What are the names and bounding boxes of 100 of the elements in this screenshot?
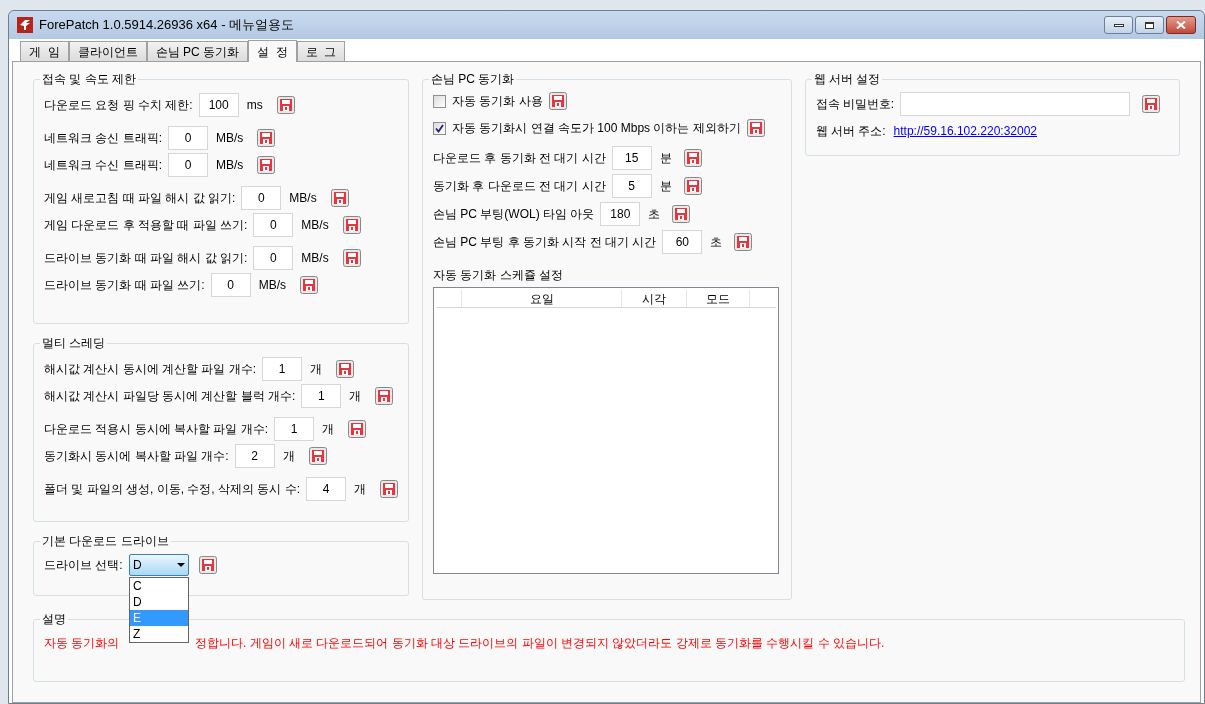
field-label: 웹 서버 주소:	[815, 123, 886, 140]
floppy-disk-icon[interactable]	[342, 216, 361, 234]
field-label: 다운로드 적용시 동시에 복사할 파일 개수:	[44, 421, 268, 438]
number-field[interactable]: 180	[600, 202, 641, 226]
floppy-disk-icon[interactable]	[330, 189, 349, 207]
floppy-disk-icon[interactable]	[342, 249, 361, 267]
field-label: 드라이브 선택:	[44, 557, 124, 574]
dropdown-option[interactable]: C	[130, 578, 188, 594]
field-label: 다운로드 후 동기화 전 대기 시간	[433, 150, 606, 167]
unit-label: 개	[354, 481, 366, 498]
checkbox[interactable]	[433, 94, 446, 108]
floppy-disk-icon[interactable]	[734, 233, 753, 251]
field-label: 드라이브 동기화 때 파일 해시 값 읽기:	[44, 250, 248, 267]
number-field[interactable]: 1	[274, 417, 314, 441]
floppy-disk-icon[interactable]	[276, 96, 295, 114]
close-button[interactable]	[1166, 16, 1196, 34]
description-text: 자동 동기화의	[44, 635, 121, 652]
unit-label: 분	[659, 178, 672, 195]
group-title: 기본 다운로드 드라이브	[41, 533, 170, 550]
field-label: 드라이브 동기화 때 파일 쓰기:	[44, 277, 205, 294]
column-header[interactable]: 요일	[462, 290, 622, 307]
caret-icon	[177, 563, 185, 567]
checkbox-label: 자동 동기화시 연결 속도가 100 Mbps 이하는 제외하기	[452, 120, 741, 137]
floppy-disk-icon[interactable]	[336, 360, 354, 378]
tab[interactable]: 손님 PC 동기화	[146, 41, 248, 61]
checkbox[interactable]	[433, 121, 446, 135]
field-label: 손님 PC 부팅(WOL) 타임 아웃	[433, 206, 595, 223]
number-field[interactable]: 0	[241, 186, 282, 210]
field-label: 접속 비밀번호:	[815, 96, 895, 113]
unit-label: MB/s	[258, 277, 286, 294]
floppy-disk-icon[interactable]	[683, 177, 702, 195]
field-label: 네트워크 송신 트래픽:	[44, 130, 162, 147]
window-title: ForePatch 1.0.5914.26936 x64 - 메뉴얼용도	[39, 16, 295, 35]
floppy-disk-icon[interactable]	[683, 149, 702, 167]
number-field[interactable]: 4	[306, 477, 346, 501]
group-title: 손님 PC 동기화	[430, 71, 516, 88]
column-header[interactable]: 시각	[622, 290, 687, 307]
number-field[interactable]: 0	[253, 246, 294, 270]
number-field[interactable]: 0	[168, 153, 208, 177]
floppy-disk-icon[interactable]	[199, 556, 217, 574]
floppy-disk-icon[interactable]	[375, 387, 394, 405]
floppy-disk-icon[interactable]	[548, 92, 567, 110]
unit-label: 개	[310, 361, 322, 378]
floppy-disk-icon[interactable]	[348, 420, 366, 438]
floppy-disk-icon[interactable]	[257, 129, 276, 147]
floppy-disk-icon[interactable]	[308, 447, 327, 465]
dropdown-option[interactable]: D	[130, 594, 188, 610]
field-label: 해시값 계산시 동시에 계산할 파일 개수:	[44, 361, 256, 378]
description-text: 정합니다. 게임이 새로 다운로드되어 동기화 대상 드라이브의 파일이 변경되지 않았더라도 강제로 동기화를 수행시킬 수 있습니다.	[195, 635, 885, 652]
number-field[interactable]: 1	[301, 384, 342, 408]
field-label: 폴더 및 파일의 생성, 이동, 수정, 삭제의 동시 수:	[44, 481, 300, 498]
field-label: 손님 PC 부팅 후 동기화 시작 전 대기 시간	[433, 234, 657, 251]
number-field[interactable]: 5	[611, 174, 652, 198]
unit-label: MB/s	[301, 217, 329, 234]
number-field[interactable]: 15	[611, 146, 652, 170]
checkbox-label: 자동 동기화 사용	[452, 93, 543, 110]
maximize-button[interactable]	[1135, 16, 1164, 34]
group-title: 멀티 스레딩	[41, 335, 107, 352]
unit-label: MB/s	[216, 130, 244, 147]
floppy-disk-icon[interactable]	[746, 119, 765, 137]
drive-dropdown[interactable]: D	[129, 554, 189, 576]
column-header[interactable]: 모드	[687, 290, 750, 307]
unit-label: 분	[659, 150, 672, 167]
field-label: 동기화시 동시에 복사할 파일 개수:	[44, 448, 229, 465]
floppy-disk-icon[interactable]	[1142, 95, 1161, 113]
dropdown-option[interactable]: Z	[130, 626, 188, 642]
unit-label: ms	[246, 97, 263, 114]
number-field[interactable]: 100	[198, 93, 239, 117]
group-title: 웹 서버 설정	[812, 71, 882, 88]
password-field[interactable]	[900, 92, 1131, 116]
floppy-disk-icon[interactable]	[257, 156, 276, 174]
unit-label: 개	[322, 421, 334, 438]
number-field[interactable]: 2	[234, 444, 275, 468]
group-title: 설명	[41, 611, 67, 628]
unit-label: 개	[282, 448, 295, 465]
tab[interactable]: 로 그	[296, 41, 346, 61]
number-field[interactable]: 0	[210, 273, 251, 297]
number-field[interactable]: 0	[168, 126, 208, 150]
field-label: 동기화 후 다운로드 전 대기 시간	[433, 178, 606, 195]
close-icon	[1176, 21, 1186, 29]
minimize-button[interactable]	[1104, 16, 1133, 34]
number-field[interactable]: 1	[262, 357, 302, 381]
unit-label: 개	[349, 388, 362, 405]
tab[interactable]: 클라이언트	[68, 41, 147, 61]
floppy-disk-icon[interactable]	[672, 205, 691, 223]
number-field[interactable]: 0	[253, 213, 294, 237]
field-label: 네트워크 수신 트래픽:	[44, 157, 162, 174]
server-address-link[interactable]: http://59.16.102.220:32002	[893, 122, 1037, 140]
unit-label: 초	[710, 234, 723, 251]
unit-label: MB/s	[301, 250, 329, 267]
tab[interactable]: 게 임	[20, 41, 69, 61]
number-field[interactable]: 60	[662, 230, 703, 254]
field-label: 해시값 계산시 파일당 동시에 계산할 블럭 개수:	[44, 388, 296, 405]
field-label: 게임 다운로드 후 적용할 때 파일 쓰기:	[44, 217, 248, 234]
floppy-disk-icon[interactable]	[300, 276, 318, 294]
group-title: 접속 및 속도 제한	[41, 71, 137, 88]
unit-label: MB/s	[216, 157, 244, 174]
floppy-disk-icon[interactable]	[380, 480, 398, 498]
tab[interactable]: 설 정	[248, 40, 297, 62]
unit-label: MB/s	[289, 190, 317, 207]
